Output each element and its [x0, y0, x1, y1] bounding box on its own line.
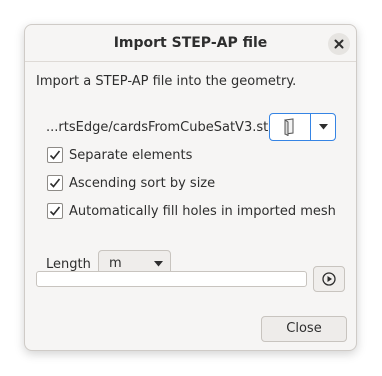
- dialog-description: Import a STEP-AP file into the geometry.: [36, 74, 297, 89]
- separate-elements-checkbox[interactable]: [47, 147, 63, 163]
- play-icon: [322, 272, 336, 286]
- fill-holes-checkbox[interactable]: [47, 203, 63, 219]
- chevron-down-icon: [154, 261, 163, 267]
- run-import-button[interactable]: [313, 266, 345, 292]
- ascending-sort-checkbox[interactable]: [47, 175, 63, 191]
- ascending-sort-label: Ascending sort by size: [69, 175, 216, 191]
- browse-file-combo[interactable]: [269, 113, 336, 141]
- close-icon: [334, 39, 344, 49]
- checkmark-icon: [49, 178, 61, 188]
- import-progress-bar: [36, 271, 307, 287]
- title-bar: Import STEP-AP file: [25, 25, 356, 62]
- close-button[interactable]: Close: [261, 316, 347, 342]
- checkmark-icon: [49, 150, 61, 160]
- separate-elements-label: Separate elements: [69, 147, 193, 163]
- file-path-label: ...rtsEdge/cardsFromCubeSatV3.stp: [46, 120, 277, 135]
- chevron-down-icon: [318, 124, 328, 130]
- length-label: Length: [46, 257, 91, 272]
- file-open-icon: [284, 118, 294, 136]
- fill-holes-label: Automatically fill holes in imported mes…: [69, 203, 336, 219]
- ascending-sort-option[interactable]: Ascending sort by size: [47, 175, 215, 191]
- length-unit-value: m: [109, 256, 122, 271]
- browse-file-button[interactable]: [270, 114, 311, 140]
- import-step-dialog: Import STEP-AP file Import a STEP-AP fil…: [24, 24, 357, 351]
- fill-holes-option[interactable]: Automatically fill holes in imported mes…: [47, 203, 336, 219]
- browse-options-dropdown[interactable]: [311, 114, 335, 140]
- checkmark-icon: [49, 206, 61, 216]
- close-window-button[interactable]: [328, 33, 350, 55]
- separate-elements-option[interactable]: Separate elements: [47, 147, 192, 163]
- dialog-title: Import STEP-AP file: [113, 35, 268, 51]
